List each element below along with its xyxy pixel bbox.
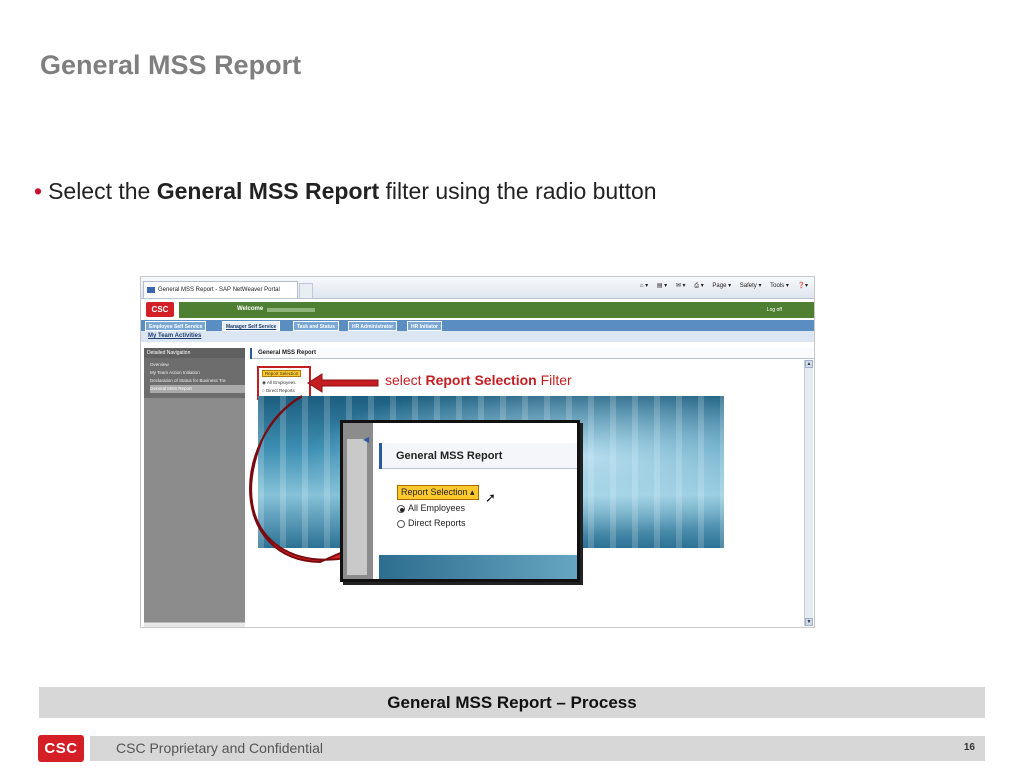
bullet-dot: • xyxy=(34,178,43,204)
print-icon[interactable]: ⎙ ▾ xyxy=(694,283,703,289)
nav-item-general-mss-report[interactable]: General MSS Report xyxy=(150,385,245,393)
feeds-icon[interactable]: ▤ ▾ xyxy=(657,283,667,289)
sub-navigation: My Team Activities xyxy=(141,331,814,342)
header-accent xyxy=(250,348,252,359)
tab-manager-self-service[interactable]: Manager Self Service xyxy=(222,321,281,331)
tab-task-and-status[interactable]: Task and Status xyxy=(293,321,339,331)
highlighted-filter-box: Report Selection ◉ All Employees ○ Direc… xyxy=(257,366,311,400)
content-header: General MSS Report xyxy=(250,348,814,359)
redacted-user-name xyxy=(267,308,315,312)
radio-direct-reports-small-label: Direct Reports xyxy=(265,388,295,393)
zoom-header: General MSS Report xyxy=(379,443,577,469)
page-menu[interactable]: Page ▾ xyxy=(712,283,731,289)
zoom-title: General MSS Report xyxy=(396,450,503,462)
process-caption: General MSS Report – Process xyxy=(39,687,985,718)
zoomed-filter-panel: ◀ General MSS Report Report Selection ▴ … xyxy=(340,420,580,582)
logoff-link[interactable]: Log off xyxy=(767,307,782,313)
radio-direct-reports-small[interactable]: ○ Direct Reports xyxy=(262,388,295,393)
tab-hr-initiator[interactable]: HR Initiator xyxy=(407,321,442,331)
instruction-bullet: • Select the General MSS Report filter us… xyxy=(34,178,657,205)
home-icon[interactable]: ⌂ ▾ xyxy=(640,283,648,289)
mouse-pointer-icon: ➚ xyxy=(485,490,496,505)
tools-menu[interactable]: Tools ▾ xyxy=(770,283,789,289)
new-tab-button[interactable] xyxy=(299,283,313,298)
browser-toolbar: General MSS Report - SAP NetWeaver Porta… xyxy=(141,277,814,299)
detailed-navigation-panel: Detailed Navigation Overview My Team Act… xyxy=(144,348,245,627)
report-selection-button[interactable]: Report Selection ▴ xyxy=(397,485,479,500)
callout-suffix: Filter xyxy=(536,372,572,388)
radio-all-employees-small-label: All Employees xyxy=(266,380,296,385)
page-number: 16 xyxy=(963,742,975,753)
browser-tab[interactable]: General MSS Report - SAP NetWeaver Porta… xyxy=(143,281,298,298)
browser-commands: ⌂ ▾ ▤ ▾ ✉ ▾ ⎙ ▾ Page ▾ Safety ▾ Tools ▾ … xyxy=(633,282,808,290)
slide-title: General MSS Report xyxy=(40,50,302,80)
nav-item-overview[interactable]: Overview xyxy=(150,361,245,369)
radio-selected-icon xyxy=(397,504,405,513)
welcome-band: Welcome Log off xyxy=(179,302,814,318)
safety-menu[interactable]: Safety ▾ xyxy=(740,283,762,289)
zoom-photo-strip xyxy=(379,555,577,579)
favicon-icon xyxy=(147,287,155,293)
tab-hr-administrator[interactable]: HR Administrator xyxy=(348,321,398,331)
radio-unselected-icon xyxy=(397,519,405,528)
scroll-up-button[interactable]: ▲ xyxy=(805,360,813,368)
radio-all-employees-label: All Employees xyxy=(408,503,466,513)
zoom-nav-strip xyxy=(343,423,373,579)
content-title: General MSS Report xyxy=(258,350,317,356)
nav-item-my-team-action-initiation[interactable]: My Team Action Initiation xyxy=(150,369,245,377)
subtab-my-team-activities[interactable]: My Team Activities xyxy=(148,333,201,339)
welcome-text: Welcome xyxy=(237,306,264,312)
csc-logo: CSC xyxy=(38,735,84,762)
footer-text: CSC Proprietary and Confidential xyxy=(116,740,323,756)
tab-employee-self-service[interactable]: Employee Self Service xyxy=(145,321,207,331)
radio-all-employees-small[interactable]: ◉ All Employees xyxy=(262,380,295,386)
portal-header: CSC Welcome Log off xyxy=(141,301,814,319)
browser-tab-title: General MSS Report - SAP NetWeaver Porta… xyxy=(158,287,280,293)
footer-bar: CSC Proprietary and Confidential 16 xyxy=(90,736,985,761)
bullet-bold: General MSS Report xyxy=(156,178,380,204)
nav-item-declaration-of-status[interactable]: Declaration of Status for Business Tra xyxy=(150,377,245,385)
callout-prefix: select xyxy=(385,372,426,388)
radio-all-employees[interactable]: All Employees xyxy=(397,503,465,513)
radio-direct-reports-label: Direct Reports xyxy=(408,518,466,528)
scroll-down-button[interactable]: ▼ xyxy=(805,618,813,626)
report-selection-button-small[interactable]: Report Selection xyxy=(262,370,302,377)
mail-icon[interactable]: ✉ ▾ xyxy=(676,283,686,289)
detailed-navigation-header: Detailed Navigation xyxy=(144,348,245,358)
zoom-nav-inner xyxy=(347,439,367,575)
collapse-caret-icon[interactable]: ◀ xyxy=(363,435,369,444)
bullet-suffix: filter using the radio button xyxy=(379,178,657,204)
report-selection-label: Report Selection xyxy=(401,487,468,497)
callout-bold: Report Selection xyxy=(425,372,537,388)
vertical-scrollbar[interactable]: ▲ ▼ xyxy=(804,360,813,626)
zoom-header-accent xyxy=(379,443,382,469)
bullet-prefix: Select the xyxy=(48,178,157,204)
help-icon[interactable]: ❓▾ xyxy=(798,283,808,289)
radio-direct-reports[interactable]: Direct Reports xyxy=(397,518,466,528)
horizontal-scrollbar[interactable] xyxy=(144,622,245,627)
portal-top-nav: Employee Self Service Manager Self Servi… xyxy=(141,320,814,331)
portal-logo: CSC xyxy=(146,302,174,317)
callout-label: select Report Selection Filter xyxy=(385,372,572,388)
detailed-navigation-list: Overview My Team Action Initiation Decla… xyxy=(144,358,245,398)
